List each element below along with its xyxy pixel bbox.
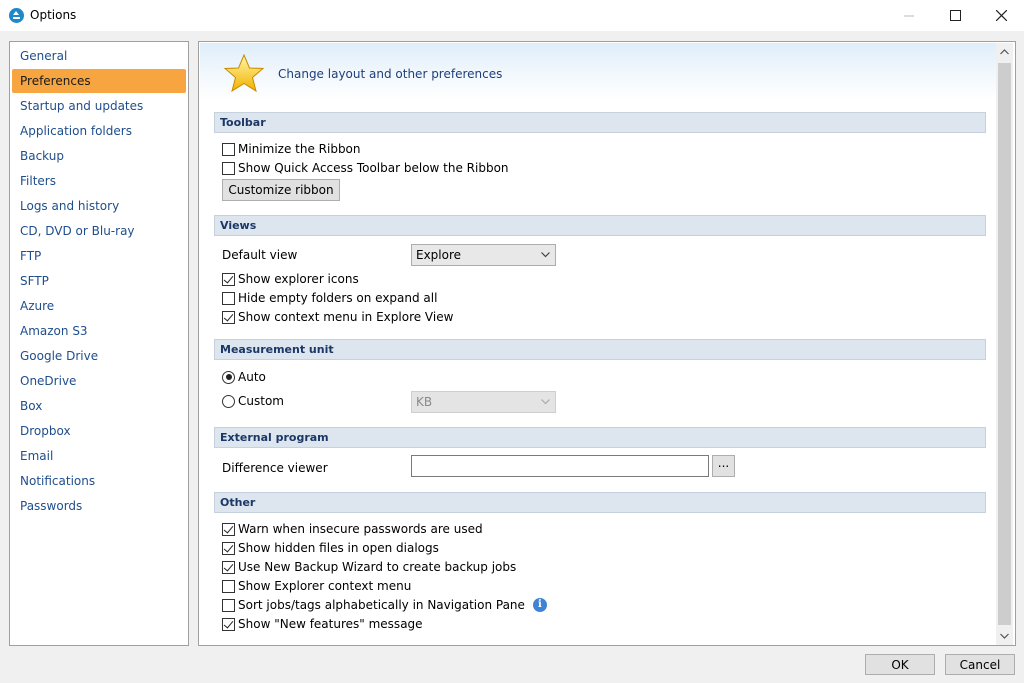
nav-item-amazon-s3[interactable]: Amazon S3	[12, 319, 186, 343]
unit-custom-option[interactable]: Custom	[222, 393, 284, 409]
show-context-menu-label: Show context menu in Explore View	[238, 310, 454, 324]
nav-item-google-drive[interactable]: Google Drive	[12, 344, 186, 368]
sort-alphabetically-label: Sort jobs/tags alphabetically in Navigat…	[238, 598, 525, 612]
close-button[interactable]	[978, 0, 1024, 31]
warn-insecure-passwords-option[interactable]: Warn when insecure passwords are used	[222, 521, 483, 537]
window-title: Options	[30, 8, 77, 22]
scrollbar-thumb[interactable]	[998, 63, 1011, 625]
nav-item-azure[interactable]: Azure	[12, 294, 186, 318]
new-backup-wizard-label: Use New Backup Wizard to create backup j…	[238, 560, 517, 574]
scroll-up-icon[interactable]	[1000, 49, 1009, 55]
chevron-down-icon	[541, 399, 550, 405]
new-features-message-option[interactable]: Show "New features" message	[222, 616, 423, 632]
custom-unit-select: KB	[411, 391, 556, 413]
show-explorer-icons-label: Show explorer icons	[238, 272, 359, 286]
show-explorer-icons-option[interactable]: Show explorer icons	[222, 271, 359, 287]
nav-item-notifications[interactable]: Notifications	[12, 469, 186, 493]
explorer-context-menu-option[interactable]: Show Explorer context menu	[222, 578, 411, 594]
unit-custom-radio[interactable]	[222, 394, 235, 408]
section-measurement-unit: Measurement unit	[214, 339, 986, 360]
quick-access-checkbox[interactable]	[222, 161, 235, 175]
hide-empty-folders-checkbox[interactable]	[222, 291, 235, 305]
explorer-context-menu-label: Show Explorer context menu	[238, 579, 412, 593]
nav-item-sftp[interactable]: SFTP	[12, 269, 186, 293]
warn-insecure-passwords-label: Warn when insecure passwords are used	[238, 522, 483, 536]
section-external-program: External program	[214, 427, 986, 448]
nav-item-onedrive[interactable]: OneDrive	[12, 369, 186, 393]
minimize-ribbon-label: Minimize the Ribbon	[238, 142, 361, 156]
cancel-button[interactable]: Cancel	[945, 654, 1015, 675]
nav-item-application-folders[interactable]: Application folders	[12, 119, 186, 143]
preferences-panel: Change layout and other preferences Tool…	[198, 41, 1016, 646]
title-bar: Options	[0, 0, 1024, 31]
section-other: Other	[214, 492, 986, 513]
sort-alphabetically-option[interactable]: Sort jobs/tags alphabetically in Navigat…	[222, 597, 547, 613]
warn-insecure-passwords-checkbox[interactable]	[222, 522, 235, 536]
star-icon	[223, 53, 265, 93]
difference-viewer-input[interactable]	[411, 455, 709, 477]
close-icon	[995, 10, 1007, 21]
nav-item-backup[interactable]: Backup	[12, 144, 186, 168]
banner-title: Change layout and other preferences	[278, 67, 503, 81]
chevron-down-icon	[541, 252, 550, 258]
new-features-message-checkbox[interactable]	[222, 617, 235, 631]
minimize-ribbon-option[interactable]: Minimize the Ribbon	[222, 141, 361, 157]
unit-auto-label: Auto	[238, 370, 266, 384]
info-icon[interactable]: i	[532, 598, 547, 612]
unit-auto-radio[interactable]	[222, 370, 235, 384]
nav-item-email[interactable]: Email	[12, 444, 186, 468]
show-explorer-icons-checkbox[interactable]	[222, 272, 235, 286]
new-backup-wizard-checkbox[interactable]	[222, 560, 235, 574]
new-features-message-label: Show "New features" message	[238, 617, 423, 631]
show-hidden-files-option[interactable]: Show hidden files in open dialogs	[222, 540, 439, 556]
quick-access-label: Show Quick Access Toolbar below the Ribb…	[238, 161, 509, 175]
show-hidden-files-checkbox[interactable]	[222, 541, 235, 555]
customize-ribbon-button[interactable]: Customize ribbon	[222, 179, 340, 201]
new-backup-wizard-option[interactable]: Use New Backup Wizard to create backup j…	[222, 559, 516, 575]
minimize-button[interactable]	[886, 0, 932, 31]
nav-item-cd-dvd-bluray[interactable]: CD, DVD or Blu-ray	[12, 219, 186, 243]
show-context-menu-option[interactable]: Show context menu in Explore View	[222, 309, 453, 325]
show-hidden-files-label: Show hidden files in open dialogs	[238, 541, 439, 555]
app-icon	[9, 8, 24, 23]
nav-item-filters[interactable]: Filters	[12, 169, 186, 193]
explorer-context-menu-checkbox[interactable]	[222, 579, 235, 593]
nav-item-preferences[interactable]: Preferences	[12, 69, 186, 93]
nav-item-general[interactable]: General	[12, 44, 186, 68]
hide-empty-folders-option[interactable]: Hide empty folders on expand all	[222, 290, 437, 306]
minimize-icon	[904, 15, 914, 16]
unit-auto-option[interactable]: Auto	[222, 369, 266, 385]
section-views: Views	[214, 215, 986, 236]
default-view-select[interactable]: Explore	[411, 244, 556, 266]
scroll-down-icon[interactable]	[1000, 633, 1009, 639]
default-view-label: Default view	[222, 248, 298, 262]
show-context-menu-checkbox[interactable]	[222, 310, 235, 324]
sort-alphabetically-checkbox[interactable]	[222, 598, 235, 612]
default-view-value: Explore	[416, 248, 462, 262]
minimize-ribbon-checkbox[interactable]	[222, 142, 235, 156]
maximize-button[interactable]	[932, 0, 978, 31]
nav-item-passwords[interactable]: Passwords	[12, 494, 186, 518]
custom-unit-value: KB	[416, 395, 433, 409]
page-banner: Change layout and other preferences	[200, 43, 996, 101]
nav-item-startup-and-updates[interactable]: Startup and updates	[12, 94, 186, 118]
maximize-icon	[949, 10, 961, 21]
nav-item-logs-and-history[interactable]: Logs and history	[12, 194, 186, 218]
browse-button[interactable]: ...	[712, 455, 735, 477]
difference-viewer-label: Difference viewer	[222, 461, 328, 475]
ok-button[interactable]: OK	[865, 654, 935, 675]
unit-custom-label: Custom	[238, 394, 284, 408]
hide-empty-folders-label: Hide empty folders on expand all	[238, 291, 438, 305]
nav-item-ftp[interactable]: FTP	[12, 244, 186, 268]
vertical-scrollbar[interactable]	[996, 43, 1013, 645]
quick-access-option[interactable]: Show Quick Access Toolbar below the Ribb…	[222, 160, 509, 176]
nav-item-box[interactable]: Box	[12, 394, 186, 418]
section-toolbar: Toolbar	[214, 112, 986, 133]
options-nav: General Preferences Startup and updates …	[9, 41, 189, 646]
nav-item-dropbox[interactable]: Dropbox	[12, 419, 186, 443]
